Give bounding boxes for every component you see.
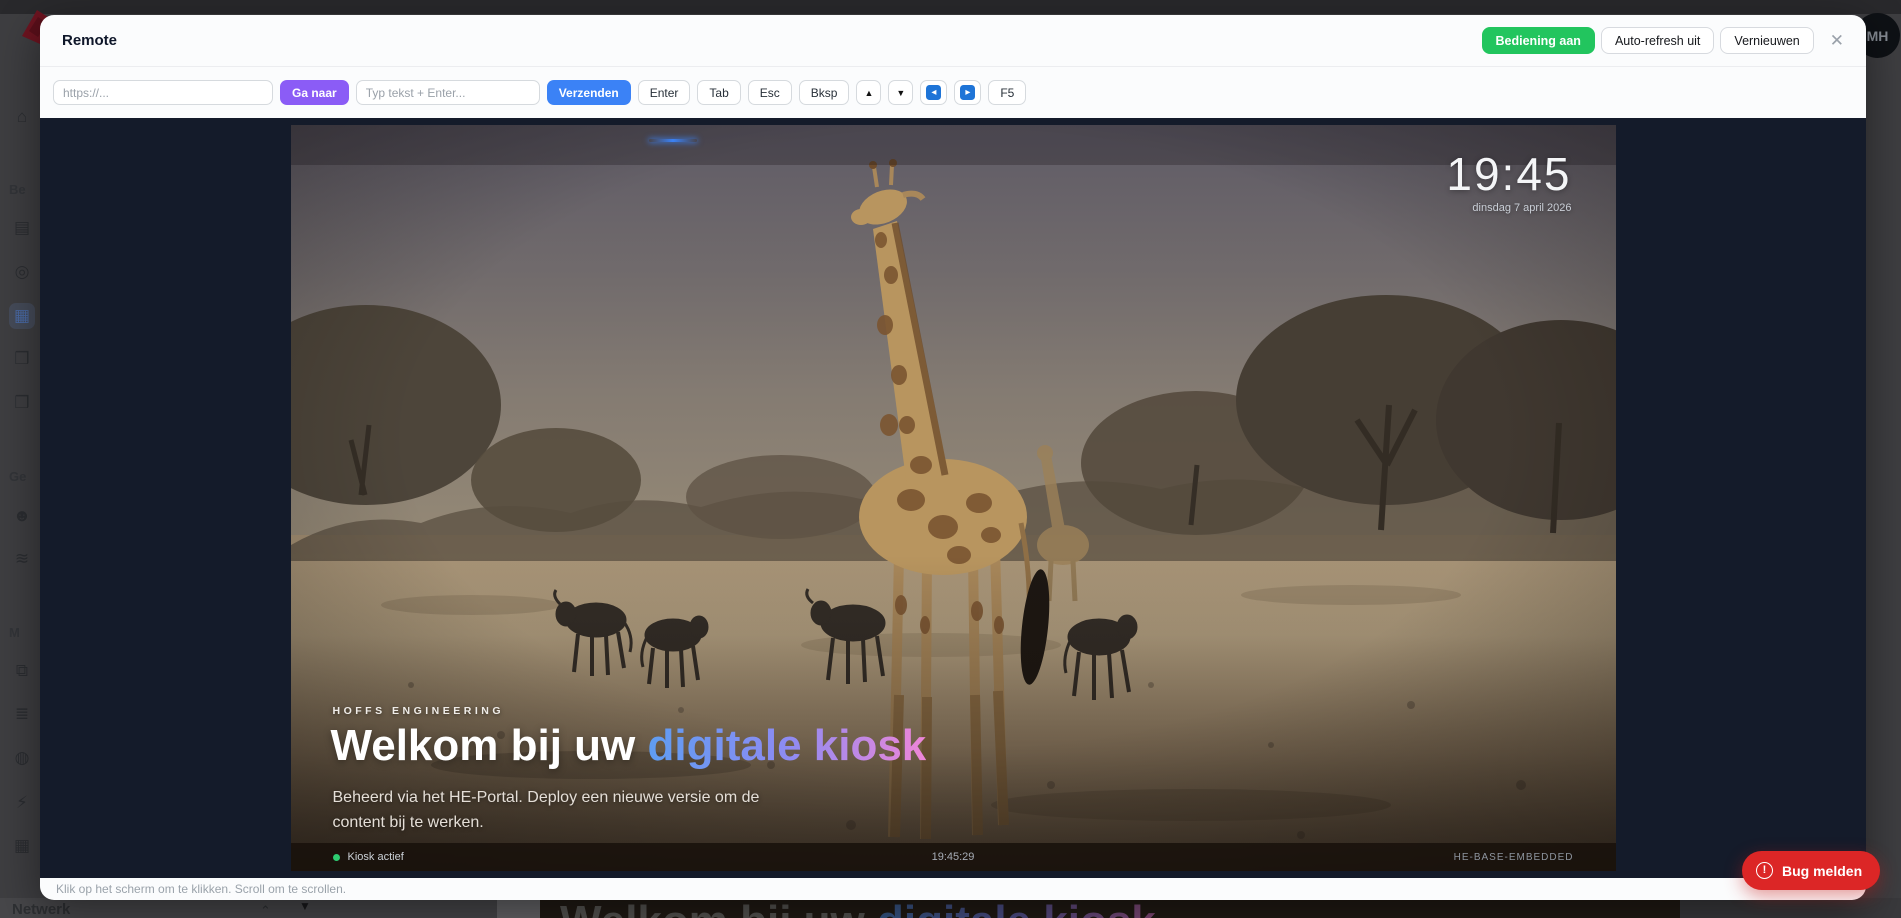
key-enter[interactable]: Enter (638, 80, 691, 105)
remote-viewport: 19:45 dinsdag 7 april 2026 HOFFS ENGINEE… (40, 118, 1866, 878)
modal-header: Remote Bediening aanAuto-refresh uitVern… (40, 15, 1866, 67)
kiosk-status-time: 19:45:29 (291, 851, 1616, 863)
sidebar-section-label: Ge (9, 463, 39, 489)
clock-date: dinsdag 7 april 2026 (1446, 202, 1571, 214)
key-arrow-right[interactable]: ▸ (954, 80, 981, 105)
sidebar-item: ☻ (9, 503, 39, 529)
monitor-icon: ⧉ (9, 658, 35, 684)
background-kiosk-preview: Welkom bij uw digitale kiosk (540, 900, 1680, 918)
sidebar-item: ⧉ (9, 658, 39, 684)
server-icon: ≣ (9, 701, 35, 727)
arrow-left-icon: ◂ (926, 85, 941, 100)
sidebar-section-label: M (9, 619, 39, 645)
sidebar-item: ⌂ (9, 104, 39, 130)
sidebar-item: ❒ (9, 346, 39, 372)
refresh-button[interactable]: Vernieuwen (1720, 27, 1813, 54)
sidebar-section-label-text: Ge (9, 469, 26, 484)
modal-footer: Klik op het scherm om te klikken. Scroll… (40, 878, 1866, 900)
remote-control-page: MH ⌂Be▤◎▦❒❒Ge☻≋M⧉≣◍⚡▦ Netwerk ⌃ ▼ Welkom… (0, 0, 1901, 918)
modal-title: Remote (62, 32, 117, 49)
go-to-url-button[interactable]: Ga naar (280, 80, 349, 105)
report-bug-button[interactable]: ! Bug melden (1742, 851, 1880, 890)
close-icon[interactable]: ✕ (1830, 32, 1844, 49)
text-input[interactable] (356, 80, 540, 105)
clock-time: 19:45 (1446, 149, 1571, 200)
arrow-right-icon: ▸ (960, 85, 975, 100)
chip-icon: ▦ (9, 833, 35, 859)
home-icon: ⌂ (9, 104, 35, 130)
bulb-icon: ◍ (9, 745, 35, 771)
sidebar-item: ▦ (9, 833, 39, 859)
sidebar-item: ❒ (9, 390, 39, 416)
auto-refresh-button[interactable]: Auto-refresh uit (1601, 27, 1714, 54)
sidebar-section-label: Be (9, 176, 39, 202)
key-arrow-up[interactable]: ▲ (856, 80, 881, 105)
sidebar-item: ⚡ (9, 790, 39, 816)
loading-indicator (649, 139, 697, 142)
shield-icon: ◎ (9, 259, 35, 285)
remote-screen[interactable]: 19:45 dinsdag 7 april 2026 HOFFS ENGINEE… (291, 125, 1616, 871)
cpu-icon: ▦ (9, 303, 35, 329)
sidebar-item: ≋ (9, 546, 39, 572)
bug-alert-icon: ! (1756, 862, 1773, 879)
user-icon: ☻ (9, 503, 35, 529)
kiosk-brand: HOFFS ENGINEERING (333, 705, 505, 717)
sidebar-item: ◎ (9, 259, 39, 285)
sidebar-section-label-text: Be (9, 182, 26, 197)
key-arrow-down[interactable]: ▼ (888, 80, 913, 105)
background-kiosk-heading: Welkom bij uw digitale kiosk (560, 900, 1156, 918)
send-text-button[interactable]: Verzenden (547, 80, 631, 105)
sidebar-section-label-text: M (9, 625, 20, 640)
list-icon: ▤ (9, 215, 35, 241)
kiosk-status-bar: Kiosk actief 19:45:29 HE-BASE-EMBEDDED (291, 843, 1616, 871)
caret-down-icon: ▼ (299, 899, 311, 913)
key-f5[interactable]: F5 (988, 80, 1026, 105)
sidebar-item: ▦ (9, 303, 39, 329)
kiosk-heading: Welkom bij uw digitale kiosk (331, 721, 927, 771)
key-arrow-left[interactable]: ◂ (920, 80, 947, 105)
collapse-chevron-icon: ⌃ (260, 903, 271, 918)
kiosk-clock: 19:45 dinsdag 7 april 2026 (1446, 149, 1571, 214)
browser-top-band (0, 0, 1901, 14)
sidebar-bottom-strip (0, 898, 497, 918)
background-content-edge (1680, 898, 1901, 918)
key-bksp[interactable]: Bksp (799, 80, 850, 105)
remote-modal: Remote Bediening aanAuto-refresh uitVern… (40, 15, 1866, 900)
kiosk-subtitle: Beheerd via het HE-Portal. Deploy een ni… (333, 785, 773, 835)
control-on-button[interactable]: Bediening aan (1482, 27, 1595, 54)
page-content-edge (497, 898, 540, 918)
key-tab[interactable]: Tab (697, 80, 740, 105)
sidebar-item: ▤ (9, 215, 39, 241)
box-icon: ❒ (9, 390, 35, 416)
box-icon: ❒ (9, 346, 35, 372)
url-input[interactable] (53, 80, 273, 105)
sidebar-item: ≣ (9, 701, 39, 727)
kiosk-device-label: HE-BASE-EMBEDDED (1454, 852, 1574, 863)
key-esc[interactable]: Esc (748, 80, 792, 105)
sidebar-item: ◍ (9, 745, 39, 771)
footer-hint: Klik op het scherm om te klikken. Scroll… (56, 882, 346, 896)
remote-toolbar: Ga naar Verzenden EnterTab Esc Bksp▲ ▼ ◂ ▸ F5 (40, 67, 1866, 118)
bolt-icon: ⚡ (9, 790, 35, 816)
report-bug-label: Bug melden (1782, 863, 1862, 879)
signal-icon: ≋ (9, 546, 35, 572)
sidebar-section-netwerk: Netwerk (12, 901, 70, 918)
